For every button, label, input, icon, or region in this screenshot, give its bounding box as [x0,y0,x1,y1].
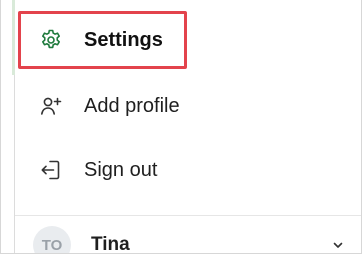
avatar: TO [33,226,71,253]
profile-name: Tina [91,234,130,254]
gear-icon [36,25,66,55]
sign-out-icon [36,155,66,185]
menu-item-sign-out[interactable]: Sign out [15,144,355,196]
menu-item-label: Settings [84,28,163,51]
menu-divider [15,215,361,216]
menu-item-add-profile[interactable]: Add profile [15,80,355,132]
menu-item-label: Sign out [84,158,158,181]
menu-item-settings[interactable]: Settings [15,14,355,66]
profile-switcher[interactable]: TO Tina [15,223,361,254]
chevron-down-icon[interactable] [331,238,345,252]
menu-item-label: Add profile [84,94,180,117]
add-person-icon [36,91,66,121]
account-menu-panel: Settings Add profile Sign out TO Tina [0,0,362,254]
